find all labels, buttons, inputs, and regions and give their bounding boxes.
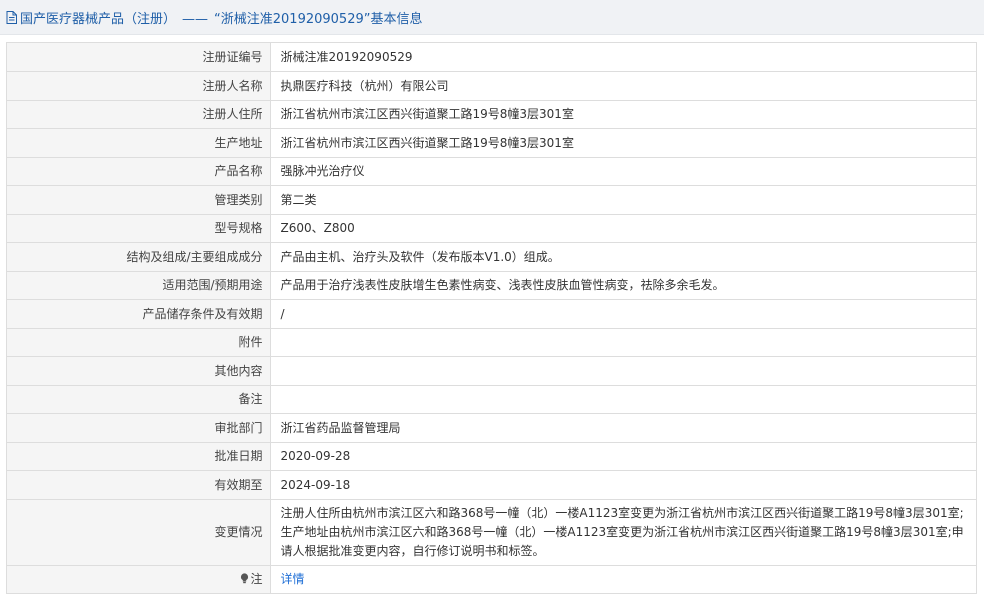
table-row: 其他内容 (7, 356, 976, 386)
document-icon (6, 10, 17, 24)
field-label: 变更情况 (7, 499, 271, 566)
field-label: 注册人住所 (7, 100, 271, 129)
field-label: 审批部门 (7, 413, 271, 443)
field-value (270, 356, 976, 386)
field-value: 浙江省杭州市滨江区西兴街道聚工路19号8幢3层301室 (270, 128, 976, 158)
field-value: 产品用于治疗浅表性皮肤增生色素性病变、浅表性皮肤血管性病变，祛除多余毛发。 (270, 271, 976, 300)
table-row: 有效期至 2024-09-18 (7, 470, 976, 500)
table-row: 管理类别 第二类 (7, 185, 976, 215)
field-label: 批准日期 (7, 442, 271, 471)
field-label: 有效期至 (7, 470, 271, 500)
field-value: / (270, 299, 976, 329)
field-value: 2024-09-18 (270, 470, 976, 500)
table-row: 生产地址 浙江省杭州市滨江区西兴街道聚工路19号8幢3层301室 (7, 128, 976, 158)
details-link[interactable]: 详情 (281, 572, 305, 586)
field-label: 产品储存条件及有效期 (7, 299, 271, 329)
table-row: 型号规格 Z600、Z800 (7, 214, 976, 243)
field-label: 管理类别 (7, 185, 271, 215)
table-row: 审批部门 浙江省药品监督管理局 (7, 413, 976, 443)
note-row: 注 详情 (7, 565, 976, 594)
table-row: 注册人名称 执鼎医疗科技（杭州）有限公司 (7, 71, 976, 101)
field-value: 2020-09-28 (270, 442, 976, 471)
field-value: 产品由主机、治疗头及软件（发布版本V1.0）组成。 (270, 242, 976, 272)
field-value: 第二类 (270, 185, 976, 215)
breadcrumb-category[interactable]: 国产医疗器械产品（注册） (20, 12, 176, 27)
note-label-cell: 注 (7, 565, 271, 594)
record-title: “浙械注准20192090529”基本信息 (214, 11, 423, 27)
field-label: 注册人名称 (7, 71, 271, 101)
field-value: 注册人住所由杭州市滨江区六和路368号一幢（北）一楼A1123室变更为浙江省杭州… (270, 499, 976, 566)
table-row: 注册证编号 浙械注准20192090529 (7, 43, 976, 72)
field-value: 浙江省杭州市滨江区西兴街道聚工路19号8幢3层301室 (270, 100, 976, 129)
field-value (270, 328, 976, 357)
field-value: Z600、Z800 (270, 214, 976, 243)
table-row: 附件 (7, 328, 976, 357)
note-value: 详情 (270, 565, 976, 594)
field-label: 生产地址 (7, 128, 271, 158)
field-label: 型号规格 (7, 214, 271, 243)
table-row: 产品名称 强脉冲光治疗仪 (7, 157, 976, 186)
field-value: 浙江省药品监督管理局 (270, 413, 976, 443)
detail-table: 注册证编号 浙械注准20192090529 注册人名称 执鼎医疗科技（杭州）有限… (6, 42, 977, 594)
field-label: 产品名称 (7, 157, 271, 186)
table-row: 结构及组成/主要组成成分 产品由主机、治疗头及软件（发布版本V1.0）组成。 (7, 242, 976, 272)
field-label: 附件 (7, 328, 271, 357)
field-label: 注册证编号 (7, 43, 271, 72)
table-row: 变更情况 注册人住所由杭州市滨江区六和路368号一幢（北）一楼A1123室变更为… (7, 499, 976, 566)
page-title: 国产医疗器械产品（注册） —— “浙械注准20192090529”基本信息 (20, 8, 422, 27)
field-value (270, 385, 976, 414)
field-label: 结构及组成/主要组成成分 (7, 242, 271, 272)
table-row: 批准日期 2020-09-28 (7, 442, 976, 471)
field-label: 备注 (7, 385, 271, 414)
field-label: 其他内容 (7, 356, 271, 386)
page-header: 国产医疗器械产品（注册） —— “浙械注准20192090529”基本信息 (0, 0, 984, 35)
table-row: 适用范围/预期用途 产品用于治疗浅表性皮肤增生色素性病变、浅表性皮肤血管性病变，… (7, 271, 976, 300)
field-value: 浙械注准20192090529 (270, 43, 976, 72)
field-value: 强脉冲光治疗仪 (270, 157, 976, 186)
table-row: 产品储存条件及有效期 / (7, 299, 976, 329)
bulb-icon (241, 573, 249, 584)
field-value: 执鼎医疗科技（杭州）有限公司 (270, 71, 976, 101)
field-label: 适用范围/预期用途 (7, 271, 271, 300)
table-row: 备注 (7, 385, 976, 414)
note-label: 注 (250, 572, 263, 587)
table-row: 注册人住所 浙江省杭州市滨江区西兴街道聚工路19号8幢3层301室 (7, 100, 976, 129)
title-separator: —— (182, 11, 209, 27)
